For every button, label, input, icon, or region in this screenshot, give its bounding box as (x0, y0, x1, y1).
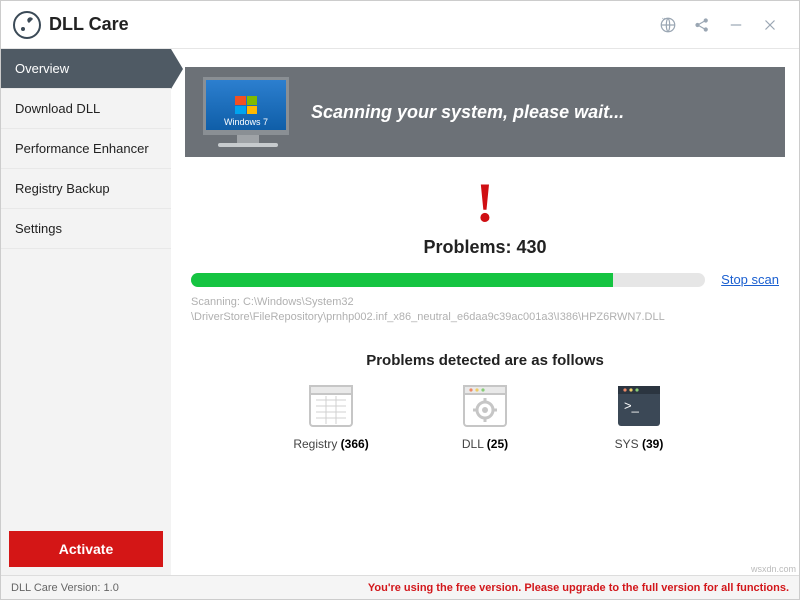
banner-text: Scanning your system, please wait... (311, 102, 624, 123)
activate-button[interactable]: Activate (9, 531, 163, 567)
scan-banner: Windows 7 Scanning your system, please w… (185, 67, 785, 157)
dll-icon (457, 383, 513, 429)
status-bar: DLL Care Version: 1.0 You're using the f… (1, 575, 799, 599)
category-count: (366) (341, 437, 369, 451)
category-name: Registry (293, 437, 337, 451)
sidebar-item-performance-enhancer[interactable]: Performance Enhancer (1, 129, 171, 169)
sidebar-item-label: Performance Enhancer (15, 141, 149, 156)
app-logo: DLL Care (13, 11, 129, 39)
category-registry: Registry (366) (286, 383, 376, 451)
sidebar-item-overview[interactable]: Overview (1, 49, 171, 89)
category-sys: >_ SYS (39) (594, 383, 684, 451)
scan-path-line: \DriverStore\FileRepository\prnhp002.inf… (191, 311, 665, 323)
progress-row: Stop scan (185, 272, 785, 287)
watermark: wsxdn.com (751, 564, 796, 574)
sys-icon: >_ (611, 383, 667, 429)
sidebar-item-settings[interactable]: Settings (1, 209, 171, 249)
registry-icon (303, 383, 359, 429)
sidebar-item-registry-backup[interactable]: Registry Backup (1, 169, 171, 209)
detected-title: Problems detected are as follows (185, 352, 785, 369)
sidebar-item-label: Settings (15, 221, 62, 236)
title-bar: DLL Care (1, 1, 799, 49)
scan-path: Scanning: C:\Windows\System32 \DriverSto… (185, 295, 785, 326)
svg-text:>_: >_ (624, 398, 640, 413)
scan-path-line: Scanning: C:\Windows\System32 (191, 296, 354, 308)
app-window: DLL Care Overview Download DLL Performan… (0, 0, 800, 600)
sidebar: Overview Download DLL Performance Enhanc… (1, 49, 171, 575)
sidebar-item-label: Download DLL (15, 101, 100, 116)
exclamation-icon: ! (185, 175, 785, 231)
problems-count: Problems: 430 (185, 237, 785, 258)
content-area: Windows 7 Scanning your system, please w… (171, 49, 799, 575)
language-button[interactable] (651, 8, 685, 42)
category-name: DLL (462, 437, 484, 451)
monitor-icon: Windows 7 (203, 77, 293, 147)
category-row: Registry (366) DLL (25) >_ SYS (39) (185, 383, 785, 451)
share-button[interactable] (685, 8, 719, 42)
minimize-button[interactable] (719, 8, 753, 42)
category-name: SYS (615, 437, 639, 451)
version-label: DLL Care Version: 1.0 (11, 582, 119, 594)
category-count: (25) (487, 437, 508, 451)
sidebar-item-label: Registry Backup (15, 181, 110, 196)
os-label: Windows 7 (206, 117, 286, 127)
sidebar-item-download-dll[interactable]: Download DLL (1, 89, 171, 129)
wrench-gear-icon (13, 11, 41, 39)
app-title: DLL Care (49, 14, 129, 35)
close-button[interactable] (753, 8, 787, 42)
stop-scan-link[interactable]: Stop scan (721, 272, 779, 287)
category-dll: DLL (25) (440, 383, 530, 451)
activate-button-label: Activate (59, 541, 113, 557)
sidebar-item-label: Overview (15, 61, 69, 76)
scan-progress (191, 273, 705, 287)
upgrade-message: You're using the free version. Please up… (368, 582, 789, 594)
category-count: (39) (642, 437, 663, 451)
alert-section: ! Problems: 430 (185, 175, 785, 258)
